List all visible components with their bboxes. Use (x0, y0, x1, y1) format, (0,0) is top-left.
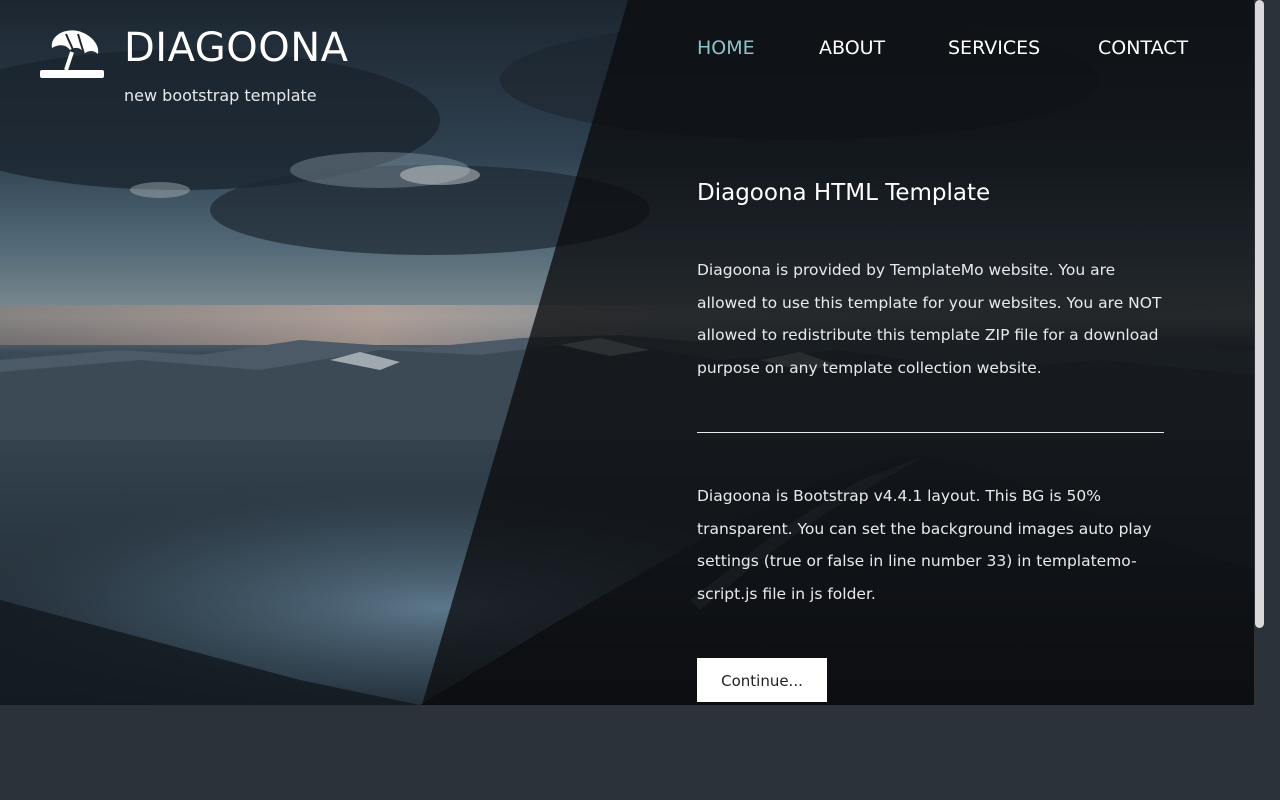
content-paragraph-2: Diagoona is Bootstrap v4.4.1 layout. Thi… (697, 487, 1152, 603)
page: DIAGOONA new bootstrap template HOME ABO… (0, 0, 1280, 800)
nav-services[interactable]: SERVICES (948, 34, 1040, 62)
continue-button[interactable]: Continue... (697, 658, 827, 702)
content-divider (697, 432, 1164, 433)
main-nav: HOME ABOUT SERVICES CONTACT (0, 34, 1254, 64)
scrollbar-thumb[interactable] (1255, 0, 1264, 628)
nav-contact[interactable]: CONTACT (1098, 34, 1188, 62)
hero-section: DIAGOONA new bootstrap template HOME ABO… (0, 0, 1254, 705)
brand-tagline: new bootstrap template (124, 86, 317, 105)
content-paragraph-1: Diagoona is provided by TemplateMo websi… (697, 261, 1162, 377)
nav-home[interactable]: HOME (697, 34, 755, 62)
content-heading: Diagoona HTML Template (697, 180, 991, 206)
nav-about[interactable]: ABOUT (819, 34, 885, 62)
content-panel: Diagoona HTML Template Diagoona is provi… (697, 176, 1164, 702)
